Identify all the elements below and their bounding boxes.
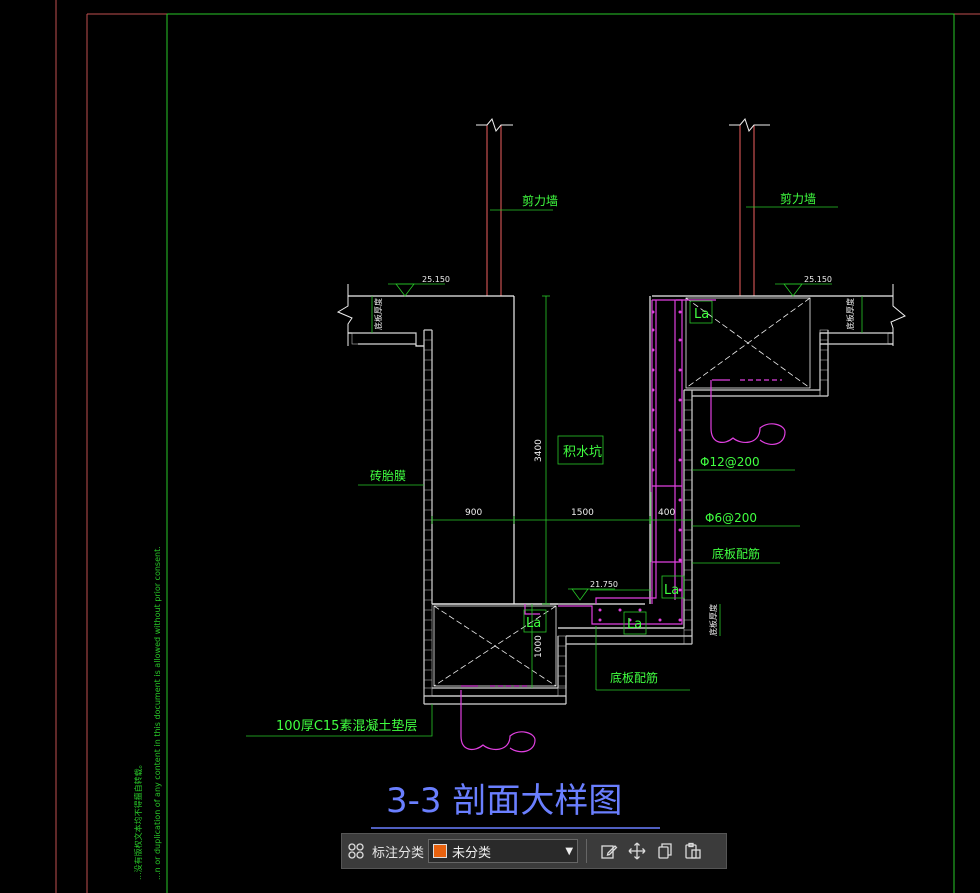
label-cushion: 100厚C15素混凝土垫层 <box>276 718 417 734</box>
label-bar-dist: Φ6@200 <box>705 511 757 525</box>
drawing-title: 3-3 剖面大样图 <box>386 781 622 821</box>
chevron-down-icon: ▼ <box>565 845 574 857</box>
dim-1500: 1500 <box>571 508 594 518</box>
dim-400: 400 <box>658 508 675 518</box>
paste-icon[interactable] <box>679 837 707 865</box>
annotation-toolbar: 标注分类 未分类 ▼ <box>341 833 727 869</box>
slab-thk-left: 底板厚度 <box>373 298 383 330</box>
category-color-swatch <box>433 844 448 858</box>
label-shear-wall-left: 剪力墙 <box>522 193 558 208</box>
category-label: 标注分类 <box>372 845 425 861</box>
label-shear-wall-right: 剪力墙 <box>780 191 816 206</box>
elevation-pit: 21.750 <box>590 580 618 589</box>
move-icon[interactable] <box>623 837 651 865</box>
side-note-1: ...n or duplication of any content in th… <box>153 546 162 880</box>
label-sump: 积水坑 <box>563 445 602 460</box>
elevation-right: 25.150 <box>804 275 832 284</box>
label-la-2: La <box>664 583 679 598</box>
dim-1000: 1000 <box>534 635 544 658</box>
dim-3400: 3400 <box>534 439 544 462</box>
label-la-4: La <box>627 617 642 632</box>
label-brick-mold: 砖胎膜 <box>370 468 406 483</box>
category-selected-value: 未分类 <box>452 845 492 861</box>
label-la-3: La <box>526 616 541 631</box>
dim-900: 900 <box>465 508 482 518</box>
label-bottom-bar-bottom: 底板配筋 <box>610 670 658 685</box>
label-la-1: La <box>694 307 709 322</box>
copy-icon[interactable] <box>651 837 679 865</box>
grid-icon[interactable] <box>342 837 370 865</box>
elevation-left: 25.150 <box>422 275 450 284</box>
cad-drawing-canvas[interactable]: ...n or duplication of any content in th… <box>0 0 980 893</box>
toolbar-divider <box>586 839 588 863</box>
category-select[interactable]: 未分类 ▼ <box>428 839 579 863</box>
slab-thk-lower: 底板厚度 <box>708 604 718 636</box>
label-bottom-bar-right: 底板配筋 <box>712 546 760 561</box>
slab-thk-right: 底板厚度 <box>845 298 855 330</box>
edit-icon[interactable] <box>595 837 623 865</box>
label-bar-main: Φ12@200 <box>700 455 760 469</box>
side-note-2: ...没有版权文本均不得擅自转载。 <box>133 760 143 880</box>
